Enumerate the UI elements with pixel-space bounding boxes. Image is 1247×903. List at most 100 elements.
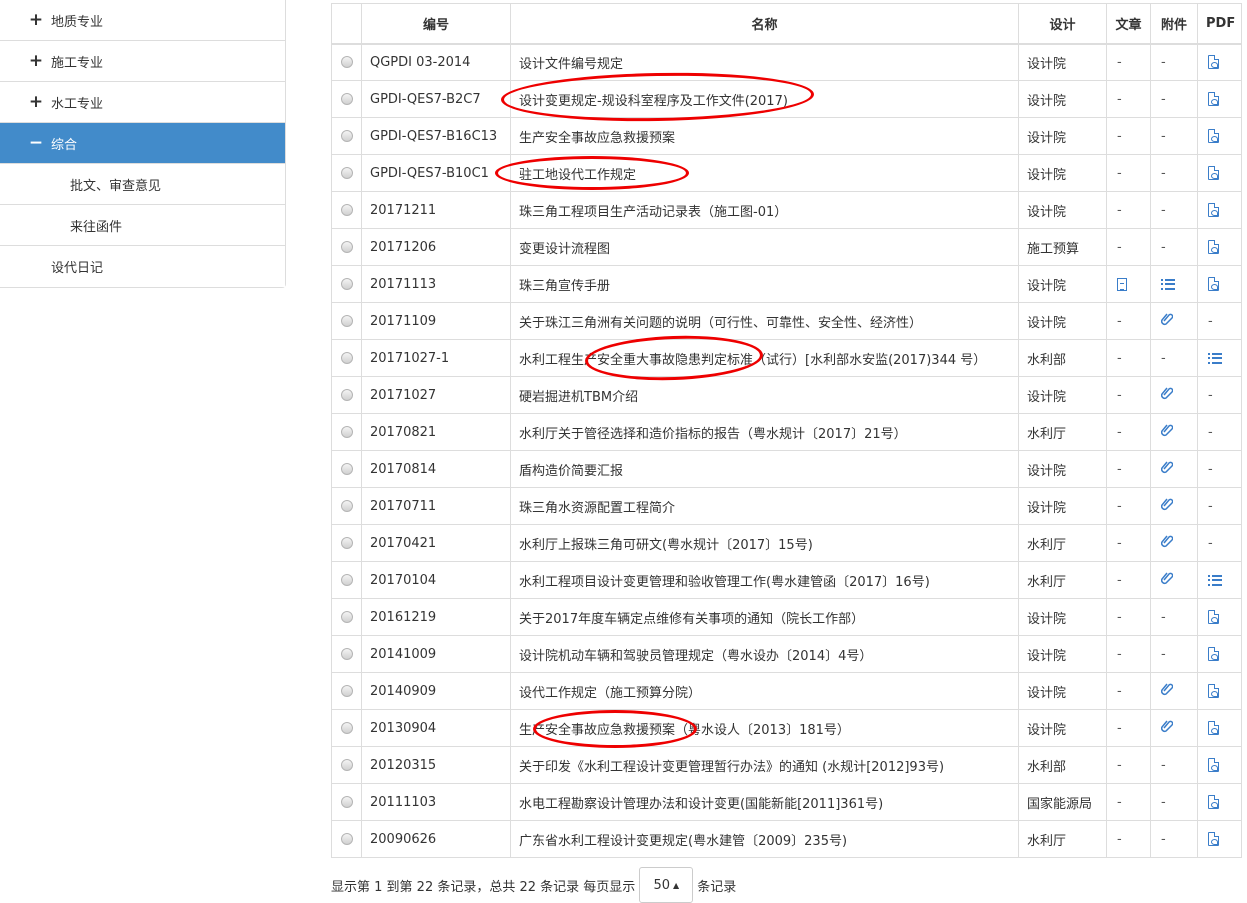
row-radio[interactable] xyxy=(340,500,353,512)
cell-name[interactable]: 水电工程勘察设计管理办法和设计变更(国能新能[2011]361号) xyxy=(510,783,1019,821)
page-size-dropdown[interactable]: 50 ▲ xyxy=(639,867,694,903)
row-radio[interactable] xyxy=(340,204,353,216)
row-select-cell[interactable] xyxy=(331,154,362,192)
row-radio[interactable] xyxy=(340,685,353,697)
table-row[interactable]: 20170711 珠三角水资源配置工程简介 设计院 - - xyxy=(331,487,1242,525)
table-row[interactable]: 20140909 设代工作规定（施工预算分院） 设计院 - xyxy=(331,672,1242,710)
cell-name[interactable]: 硬岩掘进机TBM介绍 xyxy=(510,376,1019,414)
row-radio[interactable] xyxy=(340,759,353,771)
row-select-cell[interactable] xyxy=(331,339,362,377)
row-radio[interactable] xyxy=(340,167,353,179)
cell-attachment[interactable] xyxy=(1150,413,1198,451)
list-icon[interactable] xyxy=(1208,352,1222,364)
paperclip-icon[interactable] xyxy=(1160,719,1174,737)
table-row[interactable]: 20111103 水电工程勘察设计管理办法和设计变更(国能新能[2011]361号… xyxy=(331,783,1242,821)
table-row[interactable]: 20171109 关于珠江三角洲有关问题的说明（可行性、可靠性、安全性、经济性）设… xyxy=(331,302,1242,340)
row-radio[interactable] xyxy=(340,389,353,401)
pdf-icon[interactable] xyxy=(1208,758,1219,772)
sidebar-subitem-correspondence[interactable]: 来往函件 xyxy=(0,205,285,246)
table-row[interactable]: 20171027-1 水利工程生产安全重大事故隐患判定标准（试行）[水利部水安监(… xyxy=(331,339,1242,377)
pdf-icon[interactable] xyxy=(1208,795,1219,809)
cell-pdf[interactable] xyxy=(1197,339,1242,377)
cell-pdf[interactable] xyxy=(1197,117,1242,155)
row-select-cell[interactable] xyxy=(331,117,362,155)
pdf-icon[interactable] xyxy=(1208,203,1219,217)
row-select-cell[interactable] xyxy=(331,672,362,710)
row-select-cell[interactable] xyxy=(331,376,362,414)
table-row[interactable]: QGPDI 03-2014 设计文件编号规定 设计院 - - xyxy=(331,43,1242,81)
sidebar-subitem-approvals[interactable]: 批文、审查意见 xyxy=(0,164,285,205)
cell-attachment[interactable] xyxy=(1150,561,1198,599)
table-row[interactable]: 20171113 珠三角宣传手册 设计院 xyxy=(331,265,1242,303)
cell-name[interactable]: 驻工地设代工作规定 xyxy=(510,154,1019,192)
cell-pdf[interactable] xyxy=(1197,80,1242,118)
cell-name[interactable]: 水利工程生产安全重大事故隐患判定标准（试行）[水利部水安监(2017)344 号… xyxy=(510,339,1019,377)
row-select-cell[interactable] xyxy=(331,80,362,118)
list-icon[interactable] xyxy=(1208,574,1222,586)
cell-pdf[interactable] xyxy=(1197,746,1242,784)
cell-name[interactable]: 设计院机动车辆和驾驶员管理规定（粤水设办〔2014〕4号） xyxy=(510,635,1019,673)
cell-name[interactable]: 广东省水利工程设计变更规定(粤水建管〔2009〕235号) xyxy=(510,820,1019,858)
header-design[interactable]: 设计 xyxy=(1018,3,1107,45)
row-radio[interactable] xyxy=(340,426,353,438)
cell-pdf[interactable] xyxy=(1197,228,1242,266)
cell-name[interactable]: 水利厅上报珠三角可研文(粤水规计〔2017〕15号) xyxy=(510,524,1019,562)
row-radio[interactable] xyxy=(340,648,353,660)
row-select-cell[interactable] xyxy=(331,598,362,636)
sidebar-item-general[interactable]: − 综合 xyxy=(0,123,285,164)
row-select-cell[interactable] xyxy=(331,561,362,599)
header-pdf[interactable]: PDF xyxy=(1197,3,1242,45)
row-radio[interactable] xyxy=(340,56,353,69)
table-row[interactable]: 20130904 生产安全事故应急救援预案（粤水设人〔2013〕181号） 设计院 - xyxy=(331,709,1242,747)
row-radio[interactable] xyxy=(340,574,353,586)
sidebar-item-diary[interactable]: 设代日记 xyxy=(0,246,285,287)
row-select-cell[interactable] xyxy=(331,228,362,266)
cell-pdf[interactable] xyxy=(1197,709,1242,747)
row-select-cell[interactable] xyxy=(331,635,362,673)
cell-pdf[interactable] xyxy=(1197,191,1242,229)
pdf-icon[interactable] xyxy=(1208,92,1219,106)
cell-pdf[interactable] xyxy=(1197,820,1242,858)
pdf-icon[interactable] xyxy=(1208,684,1219,698)
table-row[interactable]: 20161219 关于2017年度车辆定点维修有关事项的通知（院长工作部） 设计院 -… xyxy=(331,598,1242,636)
doc-icon[interactable] xyxy=(1117,277,1127,291)
header-attachment[interactable]: 附件 xyxy=(1150,3,1198,45)
cell-name[interactable]: 关于珠江三角洲有关问题的说明（可行性、可靠性、安全性、经济性） xyxy=(510,302,1019,340)
paperclip-icon[interactable] xyxy=(1160,682,1174,700)
paperclip-icon[interactable] xyxy=(1160,571,1174,589)
cell-pdf[interactable] xyxy=(1197,154,1242,192)
table-row[interactable]: 20171027 硬岩掘进机TBM介绍 设计院 - - xyxy=(331,376,1242,414)
cell-pdf[interactable] xyxy=(1197,598,1242,636)
cell-name[interactable]: 生产安全事故应急救援预案 xyxy=(510,117,1019,155)
table-row[interactable]: 20170104 水利工程项目设计变更管理和验收管理工作(粤水建管函〔2017〕1… xyxy=(331,561,1242,599)
table-row[interactable]: 20120315 关于印发《水利工程设计变更管理暂行办法》的通知 (水规计[201… xyxy=(331,746,1242,784)
cell-attachment[interactable] xyxy=(1150,487,1198,525)
row-radio[interactable] xyxy=(340,241,353,253)
row-radio[interactable] xyxy=(340,463,353,475)
row-radio[interactable] xyxy=(340,278,353,290)
header-article[interactable]: 文章 xyxy=(1106,3,1151,45)
cell-attachment[interactable] xyxy=(1150,709,1198,747)
cell-name[interactable]: 关于2017年度车辆定点维修有关事项的通知（院长工作部） xyxy=(510,598,1019,636)
paperclip-icon[interactable] xyxy=(1160,534,1174,552)
cell-pdf[interactable] xyxy=(1197,561,1242,599)
row-select-cell[interactable] xyxy=(331,820,362,858)
cell-attachment[interactable] xyxy=(1150,376,1198,414)
row-radio[interactable] xyxy=(340,315,353,327)
cell-pdf[interactable] xyxy=(1197,672,1242,710)
pdf-icon[interactable] xyxy=(1208,129,1219,143)
table-row[interactable]: 20090626 广东省水利工程设计变更规定(粤水建管〔2009〕235号) 水利厅… xyxy=(331,820,1242,858)
cell-name[interactable]: 设计文件编号规定 xyxy=(510,43,1019,81)
cell-name[interactable]: 水利厅关于管径选择和造价指标的报告（粤水规计〔2017〕21号） xyxy=(510,413,1019,451)
cell-name[interactable]: 设代工作规定（施工预算分院） xyxy=(510,672,1019,710)
row-select-cell[interactable] xyxy=(331,302,362,340)
table-row[interactable]: 20170814 盾构造价简要汇报 设计院 - - xyxy=(331,450,1242,488)
cell-name[interactable]: 盾构造价简要汇报 xyxy=(510,450,1019,488)
cell-name[interactable]: 关于印发《水利工程设计变更管理暂行办法》的通知 (水规计[2012]93号) xyxy=(510,746,1019,784)
cell-name[interactable]: 生产安全事故应急救援预案（粤水设人〔2013〕181号） xyxy=(510,709,1019,747)
pdf-icon[interactable] xyxy=(1208,240,1219,254)
row-select-cell[interactable] xyxy=(331,413,362,451)
row-radio[interactable] xyxy=(340,93,353,105)
cell-name[interactable]: 设计变更规定-规设科室程序及工作文件(2017) xyxy=(510,80,1019,118)
pdf-icon[interactable] xyxy=(1208,277,1219,291)
